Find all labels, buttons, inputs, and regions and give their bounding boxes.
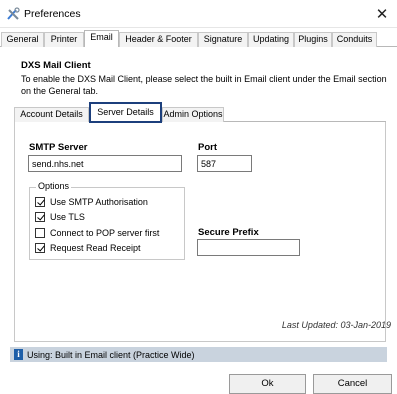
tab-printer[interactable]: Printer bbox=[44, 32, 84, 47]
description-text: To enable the DXS Mail Client, please se… bbox=[21, 74, 387, 96]
tab-signature[interactable]: Signature bbox=[198, 32, 248, 47]
tab-updating[interactable]: Updating bbox=[248, 32, 294, 47]
tab-header-footer[interactable]: Header & Footer bbox=[119, 32, 198, 47]
tab-email[interactable]: Email bbox=[84, 30, 119, 47]
tab-admin-options[interactable]: Admin Options bbox=[162, 107, 224, 122]
checkbox-label: Request Read Receipt bbox=[50, 243, 141, 253]
use-smtp-authorisation-checkbox[interactable]: Use SMTP Authorisation bbox=[35, 196, 148, 208]
smtp-server-input[interactable]: send.nhs.net bbox=[28, 155, 182, 172]
section-heading: DXS Mail Client bbox=[21, 60, 91, 71]
checkbox-label: Connect to POP server first bbox=[50, 228, 160, 238]
status-bar: i Using: Built in Email client (Practice… bbox=[10, 347, 387, 362]
preferences-app-icon bbox=[6, 7, 20, 21]
use-tls-checkbox[interactable]: Use TLS bbox=[35, 211, 85, 223]
title-bar: Preferences ✕ bbox=[0, 0, 397, 28]
tab-server-details[interactable]: Server Details bbox=[89, 102, 162, 123]
ok-button[interactable]: Ok bbox=[229, 374, 306, 394]
checkbox-box[interactable] bbox=[35, 228, 45, 238]
tab-conduits[interactable]: Conduits bbox=[332, 32, 377, 47]
tab-general[interactable]: General bbox=[1, 32, 44, 47]
status-text: Using: Built in Email client (Practice W… bbox=[27, 349, 195, 360]
tab-account-details[interactable]: Account Details bbox=[14, 107, 89, 122]
close-icon[interactable]: ✕ bbox=[367, 0, 397, 28]
cancel-button[interactable]: Cancel bbox=[313, 374, 392, 394]
port-label: Port bbox=[198, 142, 217, 153]
port-input[interactable]: 587 bbox=[197, 155, 252, 172]
last-updated-text: Last Updated: 03-Jan-2019 bbox=[281, 320, 391, 330]
secure-prefix-input[interactable] bbox=[197, 239, 300, 256]
checkbox-label: Use TLS bbox=[50, 212, 85, 222]
options-group-label: Options bbox=[36, 181, 72, 191]
tab-plugins[interactable]: Plugins bbox=[294, 32, 332, 47]
checkbox-box[interactable] bbox=[35, 212, 45, 222]
connect-pop-first-checkbox[interactable]: Connect to POP server first bbox=[35, 227, 159, 239]
window-title: Preferences bbox=[24, 8, 81, 20]
checkbox-box[interactable] bbox=[35, 243, 45, 253]
smtp-server-label: SMTP Server bbox=[29, 142, 88, 153]
checkbox-label: Use SMTP Authorisation bbox=[50, 197, 148, 207]
request-read-receipt-checkbox[interactable]: Request Read Receipt bbox=[35, 242, 141, 254]
top-tab-strip: General Printer Email Header & Footer Si… bbox=[0, 30, 397, 47]
inner-tab-strip: Account Details Server Details Admin Opt… bbox=[14, 102, 386, 123]
checkbox-box[interactable] bbox=[35, 197, 45, 207]
secure-prefix-label: Secure Prefix bbox=[198, 227, 259, 238]
info-icon: i bbox=[14, 349, 23, 360]
